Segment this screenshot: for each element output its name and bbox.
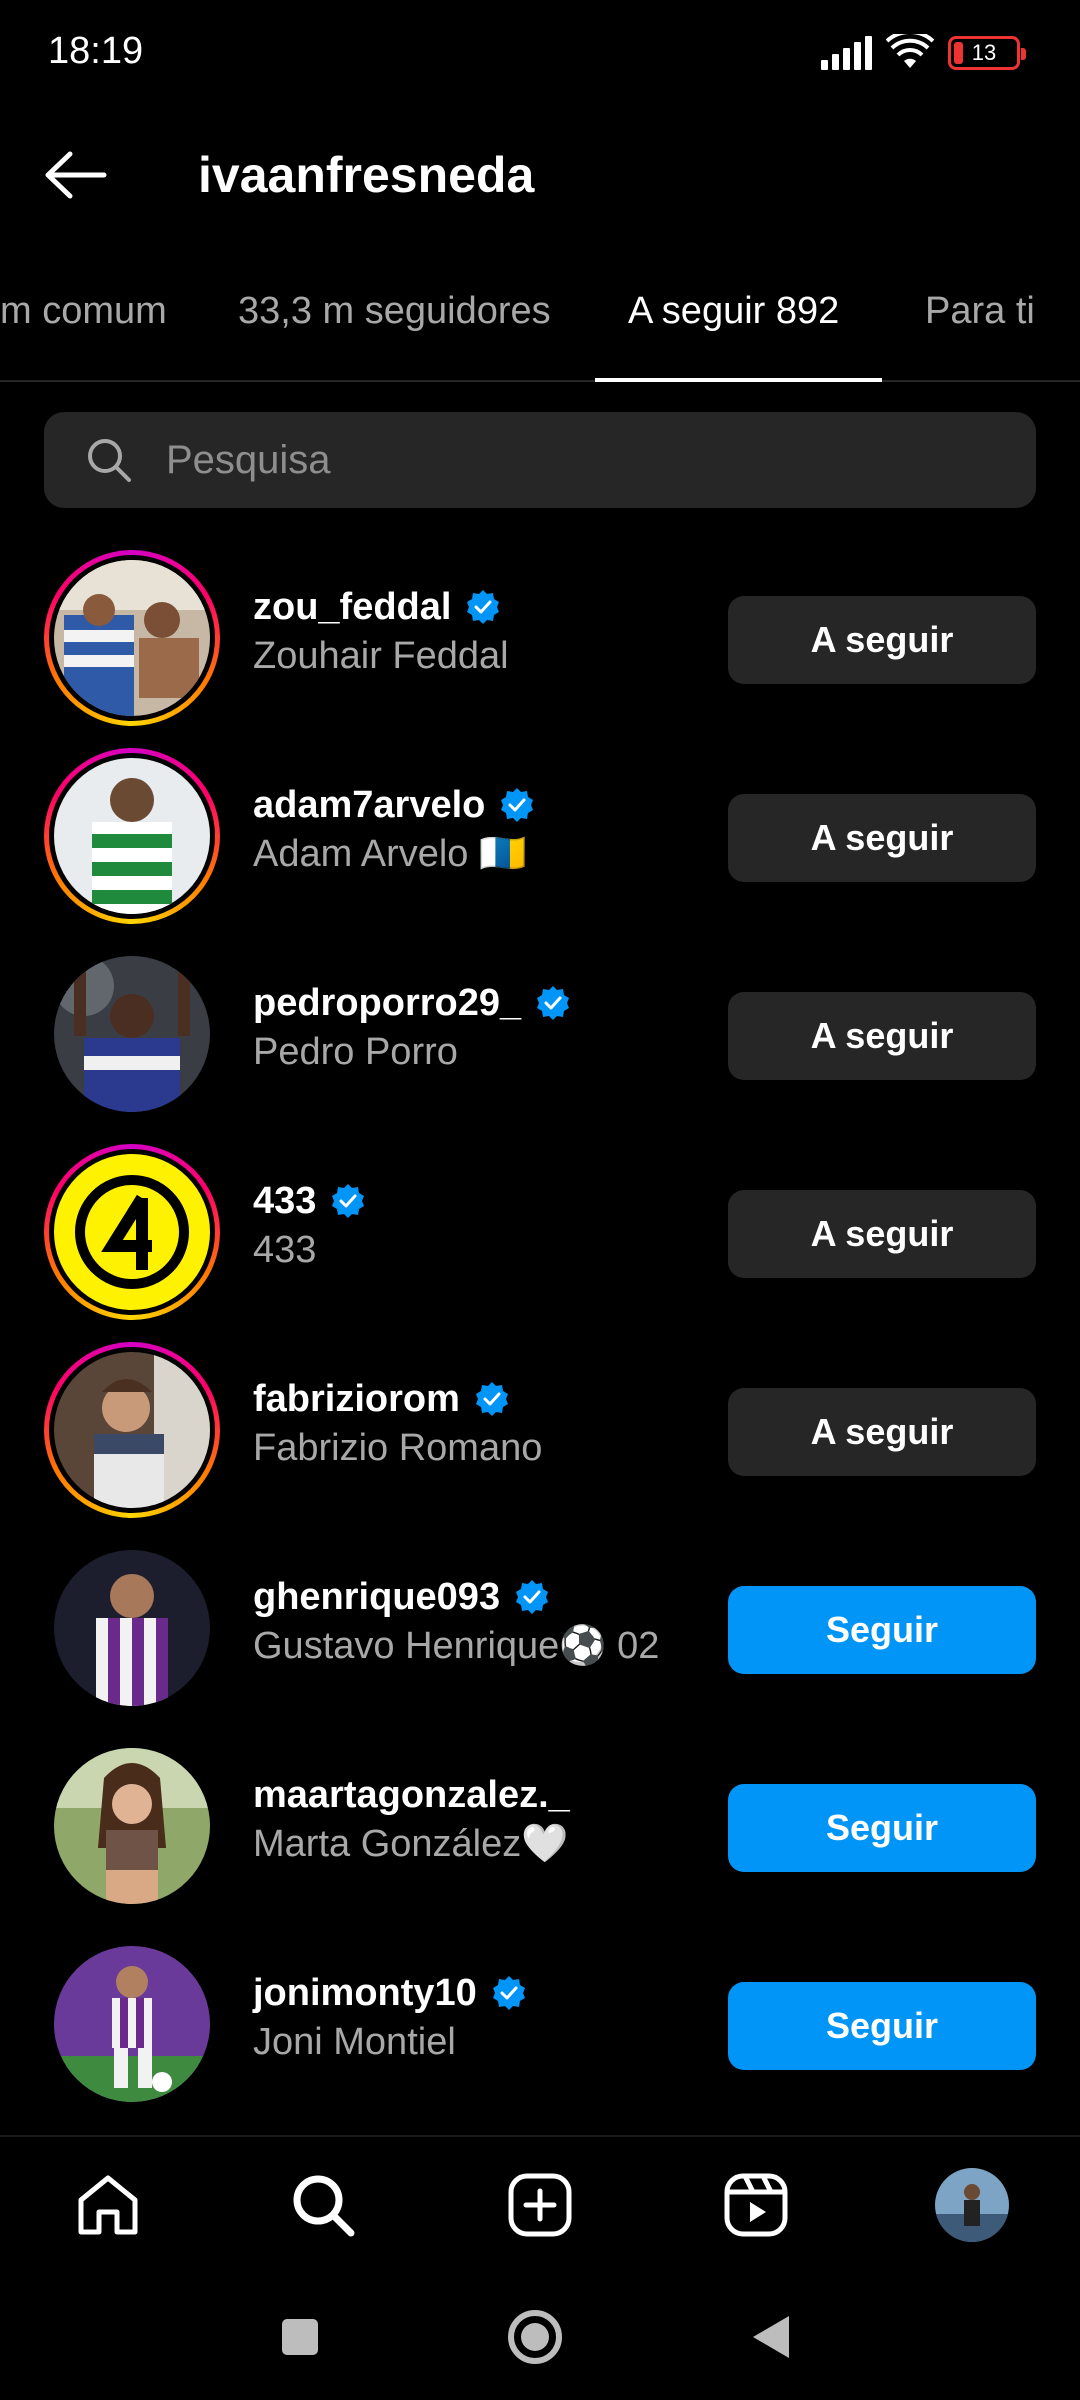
username[interactable]: jonimonty10 [253,1970,477,2016]
avatar [54,560,210,716]
back-system-button[interactable] [736,2302,806,2372]
avatar-container[interactable] [44,1738,220,1914]
following-button[interactable]: A seguir [728,1190,1036,1278]
full-name: Zouhair Feddal [253,635,509,677]
avatar-story-ring[interactable] [44,550,220,726]
circle-icon [508,2310,562,2364]
tab-following[interactable]: A seguir 892 [628,290,839,333]
battery-level: 13 [971,40,997,65]
avatar-container[interactable] [44,1936,220,2112]
following-button[interactable]: A seguir [728,992,1036,1080]
avatar-container[interactable] [44,946,220,1122]
username[interactable]: adam7arvelo [253,782,485,828]
list-item[interactable]: jonimonty10 Joni Montiel Seguir [0,1926,1080,2124]
status-bar: 18:19 13 [0,0,1080,110]
username[interactable]: fabriziorom [253,1376,460,1422]
square-icon [282,2319,318,2355]
reels-icon [724,2173,788,2237]
avatar [54,758,210,914]
search-input[interactable] [166,437,986,483]
tab-bar: m comum 33,3 m seguidores A seguir 892 P… [0,270,1080,382]
status-icons: 13 [821,34,1026,72]
avatar [54,1550,210,1706]
recents-button[interactable] [265,2302,335,2372]
verified-badge-icon [492,1976,525,2010]
following-button[interactable]: A seguir [728,596,1036,684]
avatar-container[interactable] [44,1540,220,1716]
follow-button[interactable]: Seguir [728,1784,1036,1872]
username[interactable]: pedroporro29_ [253,980,521,1026]
verified-badge-icon [537,986,570,1020]
avatar [54,1748,210,1904]
list-item[interactable]: 433 433 A seguir [0,1134,1080,1332]
follow-button[interactable]: Seguir [728,1982,1036,2070]
list-item[interactable]: ghenrique093 Gustavo Henrique⚽ 02 Seguir [0,1530,1080,1728]
back-button[interactable] [40,142,112,208]
wifi-icon [886,34,934,68]
search-icon [293,2175,355,2237]
nav-search[interactable] [283,2165,363,2245]
full-name: 433 [253,1229,317,1271]
avatar [54,1352,210,1508]
page-title: ivaanfresneda [198,147,535,203]
following-button[interactable]: A seguir [728,794,1036,882]
list-item[interactable]: pedroporro29_ Pedro Porro A seguir [0,936,1080,1134]
avatar-story-ring[interactable] [44,748,220,924]
username[interactable]: zou_feddal [253,584,451,630]
system-nav-bar [0,2270,1080,2400]
username[interactable]: ghenrique093 [253,1574,500,1620]
list-item[interactable]: fabriziorom Fabrizio Romano A seguir [0,1332,1080,1530]
search-icon [88,439,131,482]
header: ivaanfresneda [0,120,1080,230]
nav-profile[interactable] [932,2165,1012,2245]
follow-button[interactable]: Seguir [728,1586,1036,1674]
status-time: 18:19 [48,30,144,72]
verified-badge-icon [332,1184,365,1218]
create-icon [508,2173,572,2237]
following-list: zou_feddal Zouhair Feddal A seguir adam7… [0,540,1080,2124]
home-system-button[interactable] [500,2302,570,2372]
nav-reels[interactable] [716,2165,796,2245]
full-name: Gustavo Henrique⚽ 02 [253,1625,660,1667]
nav-home[interactable] [68,2165,148,2245]
avatar-story-ring[interactable] [44,1144,220,1320]
full-name: Adam Arvelo 🇮🇨 [253,833,527,875]
battery-icon: 13 [948,36,1026,70]
back-arrow-icon [45,151,107,199]
tab-for-you[interactable]: Para ti [925,290,1035,333]
avatar [54,1946,210,2102]
active-tab-indicator [595,378,882,382]
avatar [54,956,210,1112]
avatar-story-ring[interactable] [44,1342,220,1518]
full-name: Fabrizio Romano [253,1427,543,1469]
list-item[interactable]: zou_feddal Zouhair Feddal A seguir [0,540,1080,738]
verified-badge-icon [475,1382,508,1416]
list-item[interactable]: maartagonzalez._ Marta González🤍 Seguir [0,1728,1080,1926]
tab-in-common[interactable]: m comum [0,290,167,333]
full-name: Joni Montiel [253,2021,456,2063]
four-logo-icon [54,1154,210,1310]
nav-create[interactable] [500,2165,580,2245]
list-item[interactable]: adam7arvelo Adam Arvelo 🇮🇨 A seguir [0,738,1080,936]
full-name: Pedro Porro [253,1031,458,1073]
verified-badge-icon [467,590,500,624]
home-icon [78,2175,138,2235]
username[interactable]: 433 [253,1178,316,1224]
verified-badge-icon [516,1580,549,1614]
username[interactable]: maartagonzalez._ [253,1772,570,1818]
verified-badge-icon [501,788,534,822]
following-button[interactable]: A seguir [728,1388,1036,1476]
profile-avatar [935,2168,1009,2242]
bottom-nav [0,2135,1080,2270]
signal-icon [821,36,872,70]
avatar [54,1154,210,1310]
triangle-back-icon [753,2316,789,2358]
tab-followers[interactable]: 33,3 m seguidores [238,290,551,333]
search-bar[interactable] [44,412,1036,508]
full-name: Marta González🤍 [253,1823,569,1865]
